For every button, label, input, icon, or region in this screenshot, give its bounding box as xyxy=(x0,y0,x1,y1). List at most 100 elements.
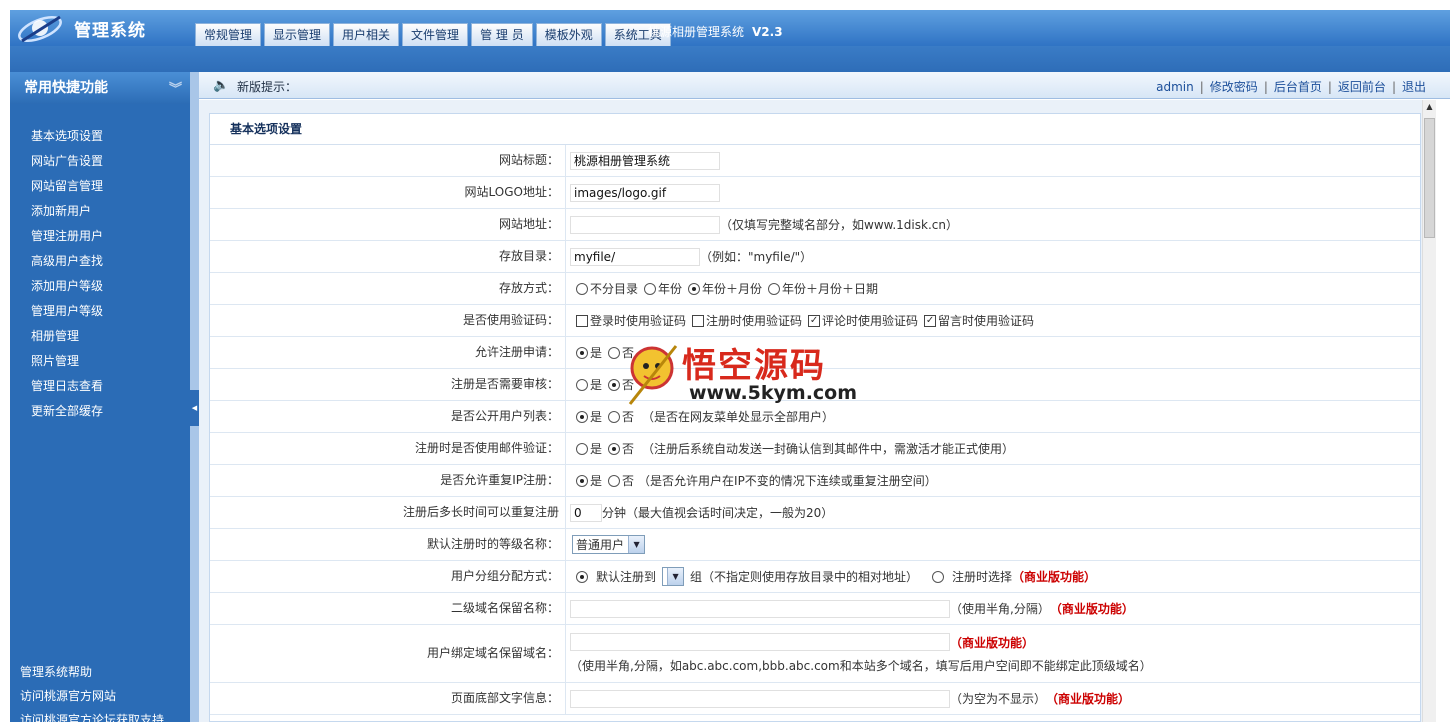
content-area: 基本选项设置 网站标题： 网站LOGO地址： 网站地址： （仅填写完整域名部分，… xyxy=(199,100,1436,722)
tab-general[interactable]: 常规管理 xyxy=(195,23,262,46)
link-change-password[interactable]: 修改密码 xyxy=(1210,80,1258,94)
allow-reg-no-radio[interactable] xyxy=(608,346,621,359)
sidebar: 常用快捷功能 ︾ 基本选项设置 网站广告设置 网站留言管理 添加新用户 管理注册用… xyxy=(10,72,190,722)
radio-label: 是 xyxy=(590,410,603,424)
dup-ip-no-radio[interactable] xyxy=(608,474,621,487)
public-list-yes-radio[interactable] xyxy=(576,410,588,423)
field-label: 网站LOGO地址： xyxy=(210,177,566,208)
footer-text-input[interactable] xyxy=(570,689,950,708)
form-row-footer-text: 页面底部文字信息： （为空为不显示） （商业版功能） xyxy=(210,683,1420,715)
reg-interval-input[interactable] xyxy=(570,503,602,522)
chevron-down-icon[interactable]: ▼ xyxy=(667,568,684,585)
site-title-input[interactable] xyxy=(570,151,720,170)
system-name: 桃源相册管理系统 V2.3 xyxy=(648,23,783,40)
tab-files[interactable]: 文件管理 xyxy=(402,23,469,46)
captcha-login-checkbox[interactable] xyxy=(576,314,588,327)
tab-admins[interactable]: 管 理 员 xyxy=(471,23,533,46)
allow-reg-yes-radio[interactable] xyxy=(576,346,588,359)
store-dir-input[interactable] xyxy=(570,247,700,266)
field-label: 网站地址： xyxy=(210,209,566,240)
sidebar-item-albums[interactable]: 相册管理 xyxy=(10,324,190,349)
sidebar-item-advanced-search[interactable]: 高级用户查找 xyxy=(10,249,190,274)
captcha-message-checkbox[interactable]: ✓ xyxy=(924,314,937,327)
sidebar-item-add-user[interactable]: 添加新用户 xyxy=(10,199,190,224)
tab-users[interactable]: 用户相关 xyxy=(333,23,400,46)
unit-label: 分钟 xyxy=(602,506,627,520)
field-label: 是否允许重复IP注册： xyxy=(210,465,566,496)
sidebar-splitter[interactable]: ◀ xyxy=(190,72,199,722)
default-level-select[interactable]: 普通用户 ▼ xyxy=(572,535,646,554)
radio-label: 年份 xyxy=(658,282,683,296)
store-mode-radio-2[interactable] xyxy=(688,282,701,295)
reg-audit-no-radio[interactable] xyxy=(608,378,621,391)
store-mode-radio-0[interactable] xyxy=(576,282,588,295)
sidebar-item-photos[interactable]: 照片管理 xyxy=(10,349,190,374)
public-list-no-radio[interactable] xyxy=(608,410,621,423)
watermark-title: 悟空源码 xyxy=(682,346,826,386)
tab-templates[interactable]: 模板外观 xyxy=(535,23,602,46)
field-hint: （是否允许用户在IP不变的情况下连续或重复注册空间） xyxy=(638,474,937,488)
field-label: 注册后多长时间可以重复注册 xyxy=(210,497,566,528)
store-mode-radio-1[interactable] xyxy=(644,282,657,295)
checkbox-label: 留言时使用验证码 xyxy=(938,314,1035,328)
site-url-input[interactable] xyxy=(570,215,720,234)
field-label: 用户分组分配方式： xyxy=(210,561,566,592)
sidebar-item-manage-levels[interactable]: 管理用户等级 xyxy=(10,299,190,324)
sidebar-item-add-level[interactable]: 添加用户等级 xyxy=(10,274,190,299)
speaker-icon: 🔈 xyxy=(213,78,230,93)
reg-audit-yes-radio[interactable] xyxy=(576,378,588,391)
form-row-site-url: 网站地址： （仅填写完整域名部分，如www.1disk.cn） xyxy=(210,209,1420,241)
sidebar-header[interactable]: 常用快捷功能 ︾ xyxy=(10,72,190,104)
tab-display[interactable]: 显示管理 xyxy=(264,23,331,46)
sidebar-link-official-site[interactable]: 访问桃源官方网站 xyxy=(20,684,164,708)
radio-label: 是 xyxy=(590,346,603,360)
link-admin-home[interactable]: 后台首页 xyxy=(1274,80,1322,94)
commercial-badge: （商业版功能） xyxy=(950,635,1035,650)
group-default-radio[interactable] xyxy=(576,570,588,583)
subdomain-input[interactable] xyxy=(570,599,950,618)
monkey-king-logo-icon xyxy=(628,345,678,405)
form-row-site-logo: 网站LOGO地址： xyxy=(210,177,1420,209)
panel-title: 基本选项设置 xyxy=(210,114,1420,145)
group-choose-radio[interactable] xyxy=(932,570,945,583)
sidebar-item-basic-settings[interactable]: 基本选项设置 xyxy=(10,124,190,149)
form-row-store-mode: 存放方式： 不分目录 年份 年份＋月份 年份＋月份＋日期 xyxy=(210,273,1420,305)
store-mode-radio-3[interactable] xyxy=(768,282,781,295)
group-select[interactable]: ▼ xyxy=(662,567,685,586)
site-logo-input[interactable] xyxy=(570,183,720,202)
sidebar-item-guestbook[interactable]: 网站留言管理 xyxy=(10,174,190,199)
captcha-comment-checkbox[interactable]: ✓ xyxy=(808,314,821,327)
field-hint: （使用半角,分隔，如abc.abc.com,bbb.abc.com和本站多个域名… xyxy=(570,659,1152,673)
email-verify-no-radio[interactable] xyxy=(608,442,621,455)
sidebar-menu: 基本选项设置 网站广告设置 网站留言管理 添加新用户 管理注册用户 高级用户查找… xyxy=(10,124,190,424)
sidebar-link-forum[interactable]: 访问桃源官方论坛获取支持 xyxy=(20,708,164,722)
bind-domain-input[interactable] xyxy=(570,633,950,651)
vertical-scrollbar[interactable]: ▲ xyxy=(1422,100,1436,722)
link-logout[interactable]: 退出 xyxy=(1402,80,1426,94)
email-verify-yes-radio[interactable] xyxy=(576,442,588,455)
sidebar-item-manage-users[interactable]: 管理注册用户 xyxy=(10,224,190,249)
form-row-dup-ip: 是否允许重复IP注册： 是 否 （是否允许用户在IP不变的情况下连续或重复注册空… xyxy=(210,465,1420,497)
app-logo: 管理系统 xyxy=(10,10,200,46)
notice-label: 新版提示： xyxy=(237,80,298,94)
collapse-arrow-icon[interactable]: ◀ xyxy=(190,390,199,426)
field-label: 存放方式： xyxy=(210,273,566,304)
sidebar-link-help[interactable]: 管理系统帮助 xyxy=(20,660,164,684)
sidebar-item-ads[interactable]: 网站广告设置 xyxy=(10,149,190,174)
link-admin[interactable]: admin xyxy=(1156,80,1194,94)
captcha-register-checkbox[interactable] xyxy=(692,314,705,327)
scroll-thumb[interactable] xyxy=(1424,118,1435,238)
dup-ip-yes-radio[interactable] xyxy=(576,474,588,487)
link-front-end[interactable]: 返回前台 xyxy=(1338,80,1386,94)
sidebar-item-logs[interactable]: 管理日志查看 xyxy=(10,374,190,399)
chevron-down-icon[interactable]: ▼ xyxy=(628,536,645,553)
field-hint: （仅填写完整域名部分，如www.1disk.cn） xyxy=(720,218,958,232)
app-title: 管理系统 xyxy=(74,20,146,41)
commercial-badge: （商业版功能） xyxy=(1046,692,1131,706)
group-suffix: 组（不指定则使用存放目录中的相对地址） xyxy=(690,570,919,584)
field-label: 允许注册申请： xyxy=(210,337,566,368)
sidebar-item-refresh-cache[interactable]: 更新全部缓存 xyxy=(10,399,190,424)
form-row-site-title: 网站标题： xyxy=(210,145,1420,177)
scroll-up-icon[interactable]: ▲ xyxy=(1423,100,1436,114)
chevron-down-icon[interactable]: ︾ xyxy=(169,74,182,106)
